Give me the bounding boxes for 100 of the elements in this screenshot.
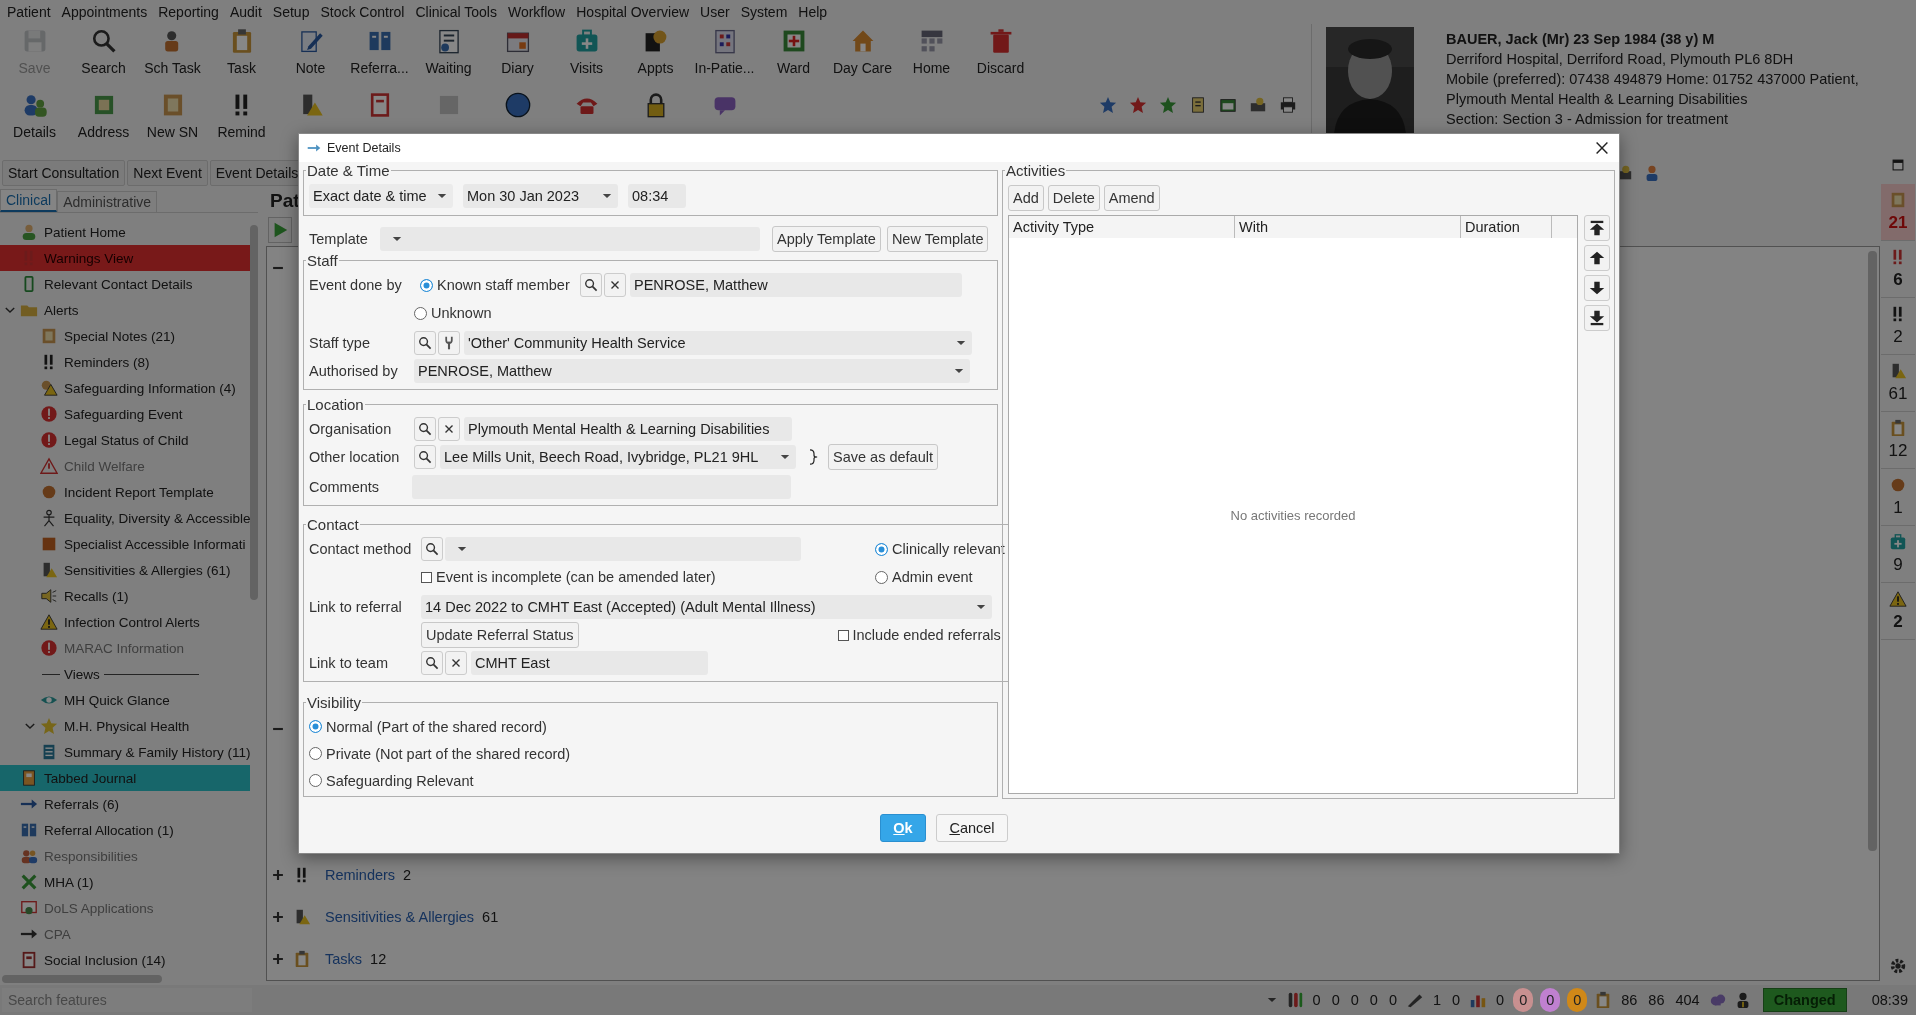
medical-kit-icon[interactable]: [1889, 533, 1907, 551]
toolbar-button[interactable]: In-Patie...: [690, 28, 759, 76]
window-icon[interactable]: [1219, 96, 1237, 114]
toolbar-button[interactable]: Details: [0, 92, 69, 140]
menu-item[interactable]: Audit: [224, 1, 268, 23]
button[interactable]: New Template: [886, 226, 989, 252]
section-link[interactable]: Reminders: [325, 867, 396, 883]
date-field[interactable]: Mon 30 Jan 2023: [463, 184, 618, 208]
star-icon[interactable]: [1159, 96, 1177, 114]
tree-item[interactable]: Tabbed Journal: [0, 765, 250, 791]
tree-item[interactable]: M.H. Physical Health: [20, 713, 250, 739]
date-mode-dropdown[interactable]: Exact date & time: [309, 184, 453, 208]
column-header[interactable]: With: [1235, 216, 1461, 238]
scrollbar[interactable]: [250, 225, 258, 600]
tree-item[interactable]: DoLS Applications: [0, 895, 250, 921]
menu-item[interactable]: Workflow: [502, 1, 572, 23]
tree-item[interactable]: Specialist Accessible Informati: [20, 531, 250, 557]
button[interactable]: Amend: [1103, 185, 1160, 211]
column-header[interactable]: Activity Type: [1009, 216, 1235, 238]
restore-icon[interactable]: [1891, 158, 1905, 172]
toolbar-button[interactable]: Diary: [483, 28, 552, 76]
tree-item[interactable]: Referral Allocation (1): [0, 817, 250, 843]
radio-label[interactable]: Normal (Part of the shared record): [326, 718, 547, 735]
tree-item[interactable]: Child Welfare: [20, 453, 250, 479]
search-button[interactable]: [414, 417, 436, 441]
radio-button[interactable]: [309, 774, 322, 787]
menu-item[interactable]: System: [735, 1, 794, 23]
radio-button[interactable]: [309, 747, 322, 760]
printer-icon[interactable]: [1279, 96, 1297, 114]
organisation-field[interactable]: Plymouth Mental Health & Learning Disabilities: [464, 417, 792, 441]
search-button[interactable]: [414, 331, 436, 355]
cancel-button[interactable]: Cancel: [936, 814, 1008, 842]
menu-item[interactable]: Setup: [267, 1, 316, 23]
event-button[interactable]: Start Consultation: [2, 160, 126, 186]
tree-item[interactable]: Safeguarding Event: [20, 401, 250, 427]
tree-item[interactable]: Special Notes (21): [20, 323, 250, 349]
sidebar-tab[interactable]: Clinical: [0, 189, 58, 212]
toolbar-button[interactable]: Referra...: [345, 28, 414, 76]
menu-item[interactable]: Stock Control: [315, 1, 411, 23]
event-button[interactable]: Next Event: [127, 160, 208, 186]
checkbox[interactable]: [837, 629, 849, 641]
document-icon[interactable]: [1189, 96, 1207, 114]
checkbox[interactable]: [421, 571, 432, 583]
tree-item[interactable]: Relevant Contact Details: [0, 271, 250, 297]
button[interactable]: Add: [1008, 185, 1044, 211]
toolbar-button[interactable]: Waiting: [414, 28, 483, 76]
staff-field[interactable]: PENROSE, Matthew: [630, 273, 962, 297]
tree-item[interactable]: Responsibilities: [0, 843, 250, 869]
toolbar-button[interactable]: New SN: [138, 92, 207, 140]
tree-item[interactable]: Recalls (1): [20, 583, 250, 609]
menu-item[interactable]: Reporting: [153, 1, 225, 23]
toolbar-button[interactable]: Appts: [621, 28, 690, 76]
clear-button[interactable]: [604, 273, 626, 297]
clear-button[interactable]: [445, 651, 467, 675]
menu-item[interactable]: Hospital Overview: [571, 1, 696, 23]
staff-type-dropdown[interactable]: 'Other' Community Health Service: [464, 331, 972, 355]
checkbox-label[interactable]: Include ended referrals: [852, 627, 1001, 643]
column-header[interactable]: Duration: [1461, 216, 1552, 238]
search-button[interactable]: [421, 537, 443, 561]
menu-item[interactable]: Appointments: [56, 1, 154, 23]
time-field[interactable]: 08:34: [628, 184, 686, 208]
radio-label[interactable]: Known staff member: [437, 277, 570, 293]
tree-item[interactable]: Incident Report Template: [20, 479, 250, 505]
toolbar-button[interactable]: Address: [69, 92, 138, 140]
toolbar-button[interactable]: Discard: [966, 28, 1035, 76]
clipboard-icon[interactable]: [1889, 419, 1907, 437]
toolbar-button[interactable]: Note: [276, 28, 345, 76]
toolbar-button[interactable]: Task: [207, 28, 276, 76]
ok-button[interactable]: Ok: [880, 814, 926, 842]
authorised-by-dropdown[interactable]: PENROSE, Matthew: [414, 359, 970, 383]
scanner-icon[interactable]: [1249, 96, 1267, 114]
menu-item[interactable]: Clinical Tools: [410, 1, 503, 23]
referral-dropdown[interactable]: 14 Dec 2022 to CMHT East (Accepted) (Adult Mental Illness): [421, 595, 992, 619]
close-icon[interactable]: [1593, 139, 1611, 157]
toolbar-button[interactable]: Home: [897, 28, 966, 76]
menu-item[interactable]: Patient: [2, 1, 57, 23]
menu-item[interactable]: User: [695, 1, 736, 23]
expand-icon[interactable]: [271, 868, 285, 882]
tree-item[interactable]: Patient Home: [0, 219, 250, 245]
expand-icon[interactable]: [271, 910, 285, 924]
search-button[interactable]: [414, 445, 436, 469]
radio-label[interactable]: Unknown: [431, 305, 492, 321]
team-field[interactable]: CMHT East: [471, 651, 708, 675]
clear-button[interactable]: [438, 417, 460, 441]
toolbar-button[interactable]: Remind: [207, 92, 276, 140]
toolbar-button[interactable]: Search: [69, 28, 138, 76]
star-icon[interactable]: [1129, 96, 1147, 114]
tree-item[interactable]: Reminders (8): [20, 349, 250, 375]
other-location-dropdown[interactable]: Lee Mills Unit, Beech Road, Ivybridge, PL21 9HL: [440, 445, 796, 469]
toolbar-button[interactable]: Visits: [552, 28, 621, 76]
toolbar-button[interactable]: Sch Task: [138, 28, 207, 76]
button[interactable]: Delete: [1047, 185, 1100, 211]
button[interactable]: Update Referral Status: [421, 622, 579, 648]
tree-item[interactable]: MARAC Information: [20, 635, 250, 661]
radio-button[interactable]: [309, 720, 322, 733]
tree-item[interactable]: Safeguarding Information (4): [20, 375, 250, 401]
radio-button[interactable]: [875, 570, 888, 584]
radio-label[interactable]: Safeguarding Relevant: [326, 772, 474, 789]
tree-item[interactable]: Sensitivities & Allergies (61): [20, 557, 250, 583]
checkbox-label[interactable]: Event is incomplete (can be amended later): [436, 569, 716, 585]
